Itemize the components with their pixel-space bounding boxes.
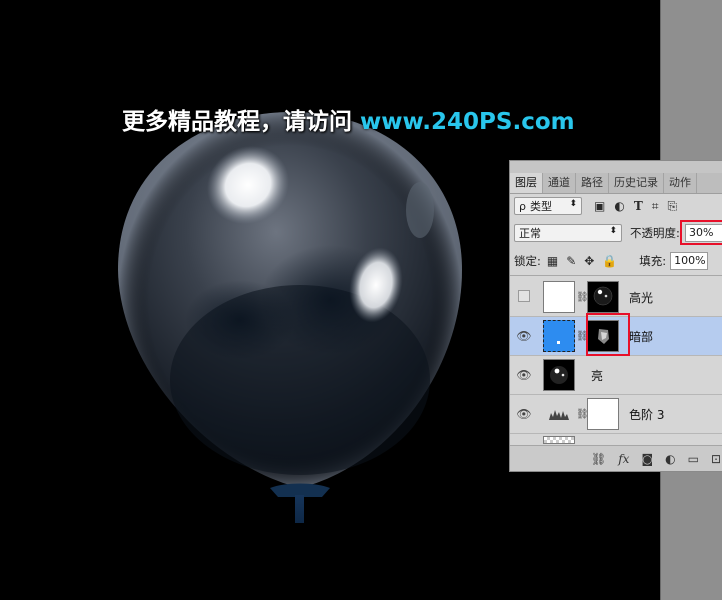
tab-actions[interactable]: 动作 [664, 173, 697, 193]
layer-thumbnail[interactable] [543, 320, 575, 352]
watermark-url: www.240PS.com [360, 109, 575, 135]
type-filter-icon[interactable]: T [634, 199, 643, 214]
layer-mask-thumbnail[interactable] [587, 281, 619, 313]
visibility-toggle[interactable]: 👁 [510, 329, 538, 343]
watermark: 更多精品教程，请访问 www.240PS.com [122, 102, 575, 136]
blend-mode-value: 正常 [519, 227, 541, 240]
layer-row-highlight[interactable]: ⛓ 高光 [510, 278, 722, 317]
filter-row: ρ 类型 ⬍ ▣ ◐ T ⌗ ⎘ [514, 196, 722, 216]
chevron-updown-icon: ⬍ [609, 226, 617, 236]
add-mask-icon[interactable]: ◙ [641, 452, 653, 466]
visibility-toggle[interactable]: 👁 [510, 368, 538, 382]
lock-position-icon[interactable]: ✥ [584, 254, 594, 268]
tab-history[interactable]: 历史记录 [609, 173, 664, 193]
blend-mode-dropdown[interactable]: 正常 ⬍ [514, 224, 622, 242]
visibility-off-icon [518, 289, 530, 302]
visibility-toggle[interactable] [510, 289, 538, 305]
layer-row-levels[interactable]: 👁 ⛓ 色阶 3 [510, 395, 722, 434]
thumb-dot [557, 341, 560, 344]
lock-pixels-icon[interactable]: ✎ [566, 254, 576, 268]
next-layer-thumbnail[interactable] [543, 436, 575, 444]
levels-adjustment-icon[interactable] [543, 398, 575, 430]
link-icon[interactable]: ⛓ [576, 292, 589, 303]
panel-bottom-bar: ⛓ fx ◙ ◐ ▭ ⊡ [510, 445, 722, 471]
new-group-icon[interactable]: ▭ [688, 452, 699, 466]
tab-layers[interactable]: 图层 [510, 173, 543, 193]
lock-all-icon[interactable]: 🔒 [602, 254, 617, 268]
fill-input[interactable]: 100% [670, 252, 709, 270]
layer-row-light[interactable]: 👁 亮 [510, 356, 722, 395]
thumb-preview [550, 366, 568, 384]
layer-name[interactable]: 色阶 3 [629, 406, 664, 423]
search-icon: ρ [519, 199, 526, 213]
link-icon[interactable]: ⛓ [576, 409, 589, 420]
layer-thumbnail[interactable] [543, 359, 575, 391]
opacity-label: 不透明度: [630, 226, 680, 240]
adjustment-filter-icon[interactable]: ◐ [614, 199, 624, 214]
layer-filter-dropdown[interactable]: ρ 类型 ⬍ [514, 197, 582, 215]
link-layers-icon[interactable]: ⛓ [591, 452, 606, 466]
opacity-input[interactable]: 30% [685, 224, 722, 242]
chevron-updown-icon: ⬍ [569, 199, 577, 209]
lock-row: 锁定: ▦ ✎ ✥ 🔒 填充: 100% [514, 251, 722, 271]
watermark-text: 更多精品教程，请访问 [122, 109, 352, 135]
smart-object-filter-icon[interactable]: ⎘ [668, 199, 678, 214]
shape-filter-icon[interactable]: ⌗ [652, 199, 659, 214]
layer-mask-thumbnail[interactable] [587, 398, 619, 430]
adjustment-layer-icon[interactable]: ◐ [665, 452, 675, 466]
panel-tabs: 图层 通道 路径 历史记录 动作 [510, 173, 722, 194]
layer-name[interactable]: 暗部 [629, 328, 653, 345]
layer-thumbnail[interactable] [543, 281, 575, 313]
image-filter-icon[interactable]: ▣ [594, 199, 605, 214]
fx-icon[interactable]: fx [618, 452, 629, 466]
filter-icons: ▣ ◐ T ⌗ ⎘ [594, 199, 677, 214]
filter-label: 类型 [529, 200, 552, 213]
fill-label: 填充: [639, 254, 667, 268]
tab-paths[interactable]: 路径 [576, 173, 609, 193]
lock-transparent-icon[interactable]: ▦ [547, 254, 558, 268]
mask-preview [593, 286, 613, 306]
lock-icons: ▦ ✎ ✥ 🔒 [547, 254, 617, 268]
tab-channels[interactable]: 通道 [543, 173, 576, 193]
eye-icon: 👁 [516, 368, 532, 382]
opacity-highlight: 30% [680, 220, 722, 245]
lock-label: 锁定: [514, 254, 541, 268]
visibility-toggle[interactable]: 👁 [510, 407, 538, 421]
histogram-icon [549, 410, 569, 420]
eye-icon: 👁 [516, 407, 532, 421]
new-layer-icon[interactable]: ⊡ [711, 452, 721, 466]
divider [510, 275, 722, 276]
mask-highlight [586, 313, 630, 356]
eye-icon: 👁 [516, 329, 532, 343]
layer-name[interactable]: 高光 [629, 289, 653, 306]
layer-name[interactable]: 亮 [591, 367, 603, 384]
